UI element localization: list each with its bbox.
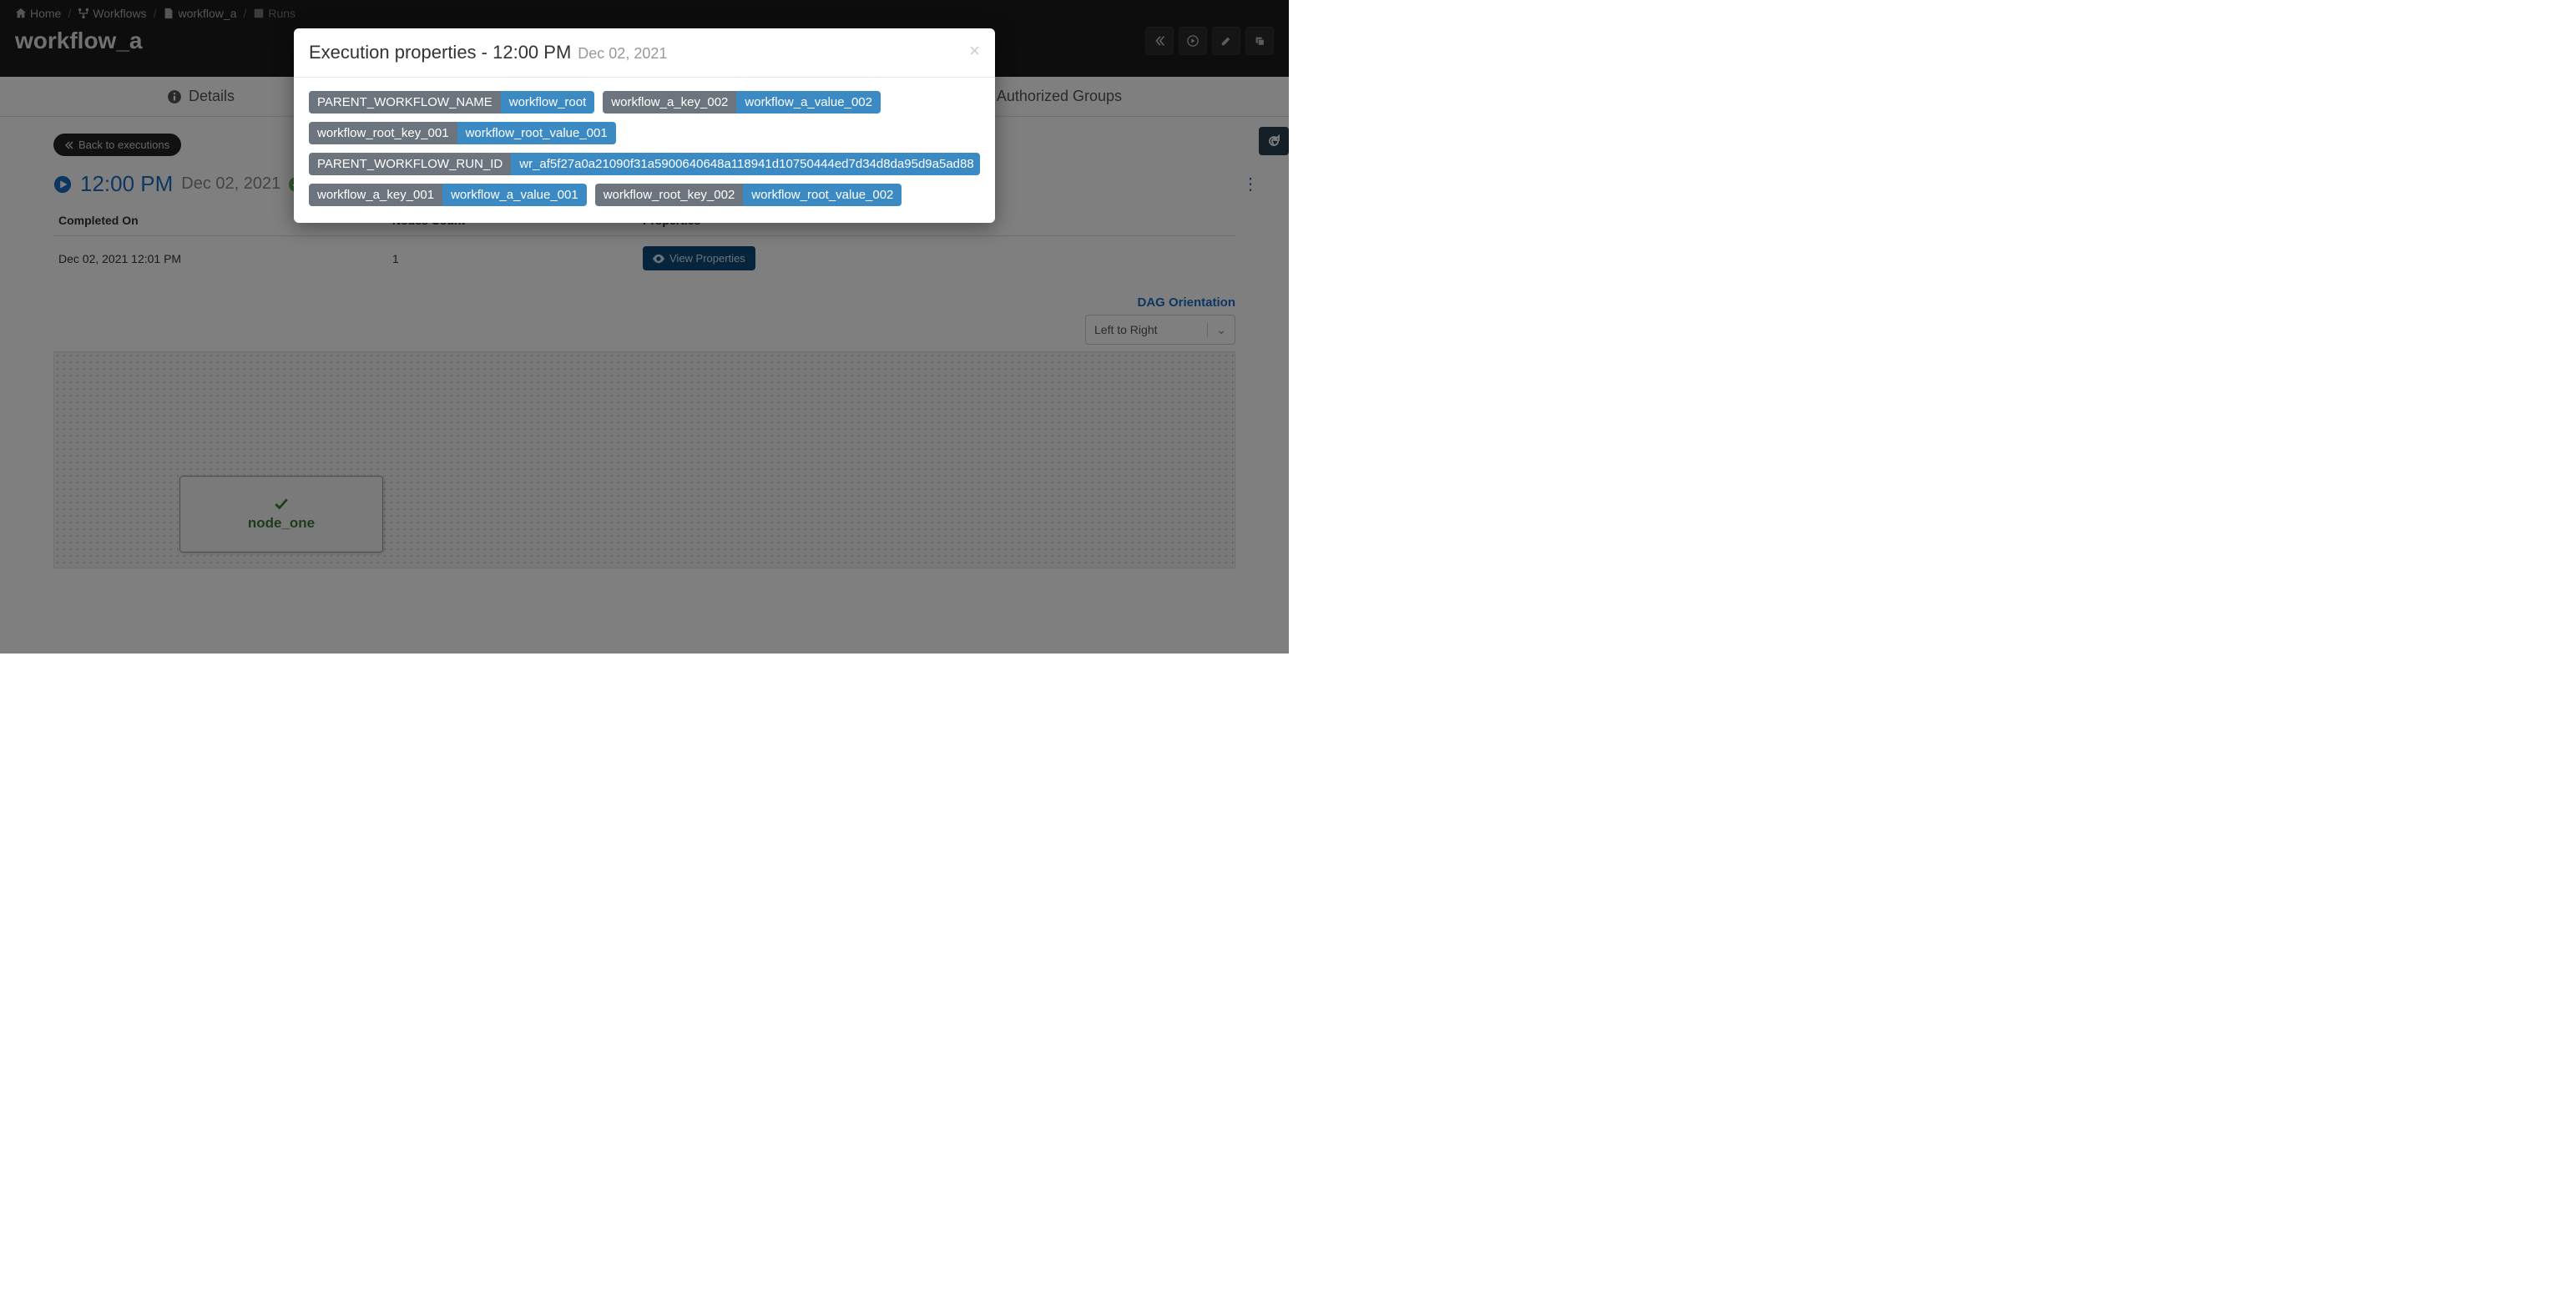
property-pair: workflow_a_key_002workflow_a_value_002 xyxy=(603,91,881,114)
property-value: workflow_a_value_002 xyxy=(736,91,881,114)
property-key: workflow_root_key_001 xyxy=(309,122,457,144)
execution-properties-modal: Execution properties - 12:00 PM Dec 02, … xyxy=(294,28,995,223)
modal-body: PARENT_WORKFLOW_NAMEworkflow_rootworkflo… xyxy=(294,78,995,223)
property-key: workflow_root_key_002 xyxy=(595,184,744,206)
property-value: workflow_root xyxy=(501,91,595,114)
property-pair: workflow_root_key_002workflow_root_value… xyxy=(595,184,902,206)
property-value: wr_af5f27a0a21090f31a5900640648a118941d1… xyxy=(511,153,980,175)
property-key: PARENT_WORKFLOW_RUN_ID xyxy=(309,153,511,175)
property-pair: PARENT_WORKFLOW_RUN_IDwr_af5f27a0a21090f… xyxy=(309,153,980,175)
property-value: workflow_a_value_001 xyxy=(442,184,587,206)
modal-header: Execution properties - 12:00 PM Dec 02, … xyxy=(294,28,995,78)
property-value: workflow_root_value_001 xyxy=(457,122,616,144)
property-pair: PARENT_WORKFLOW_NAMEworkflow_root xyxy=(309,91,594,114)
property-pair: workflow_a_key_001workflow_a_value_001 xyxy=(309,184,587,206)
modal-title: Execution properties - 12:00 PM xyxy=(309,42,571,63)
property-pair: workflow_root_key_001workflow_root_value… xyxy=(309,122,616,144)
property-key: PARENT_WORKFLOW_NAME xyxy=(309,91,501,114)
modal-subtitle: Dec 02, 2021 xyxy=(578,45,667,63)
property-value: workflow_root_value_002 xyxy=(743,184,902,206)
modal-close-button[interactable]: × xyxy=(969,42,980,60)
property-key: workflow_a_key_001 xyxy=(309,184,442,206)
property-key: workflow_a_key_002 xyxy=(603,91,736,114)
